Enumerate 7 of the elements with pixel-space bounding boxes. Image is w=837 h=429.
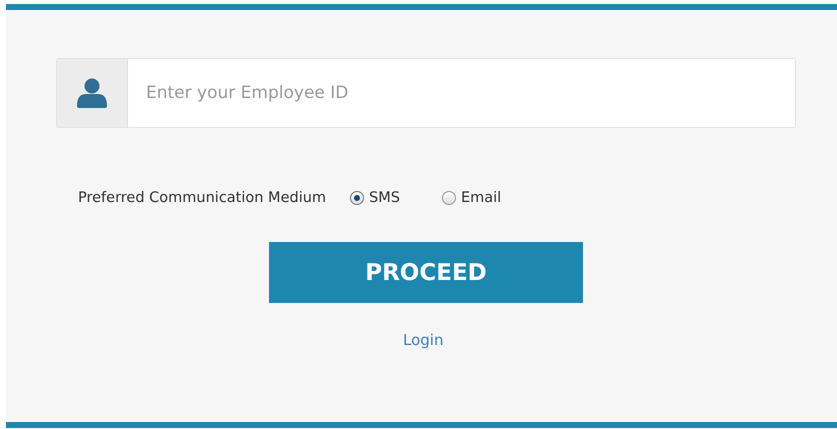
- employee-id-field[interactable]: Enter your Employee ID: [56, 58, 796, 128]
- proceed-button[interactable]: PROCEED: [269, 242, 583, 303]
- radio-option[interactable]: Email: [442, 190, 502, 206]
- login-link[interactable]: Login: [403, 331, 444, 349]
- communication-label: Preferred Communication Medium: [78, 190, 326, 206]
- radio-option[interactable]: SMS: [350, 190, 400, 206]
- user-icon: [75, 78, 109, 108]
